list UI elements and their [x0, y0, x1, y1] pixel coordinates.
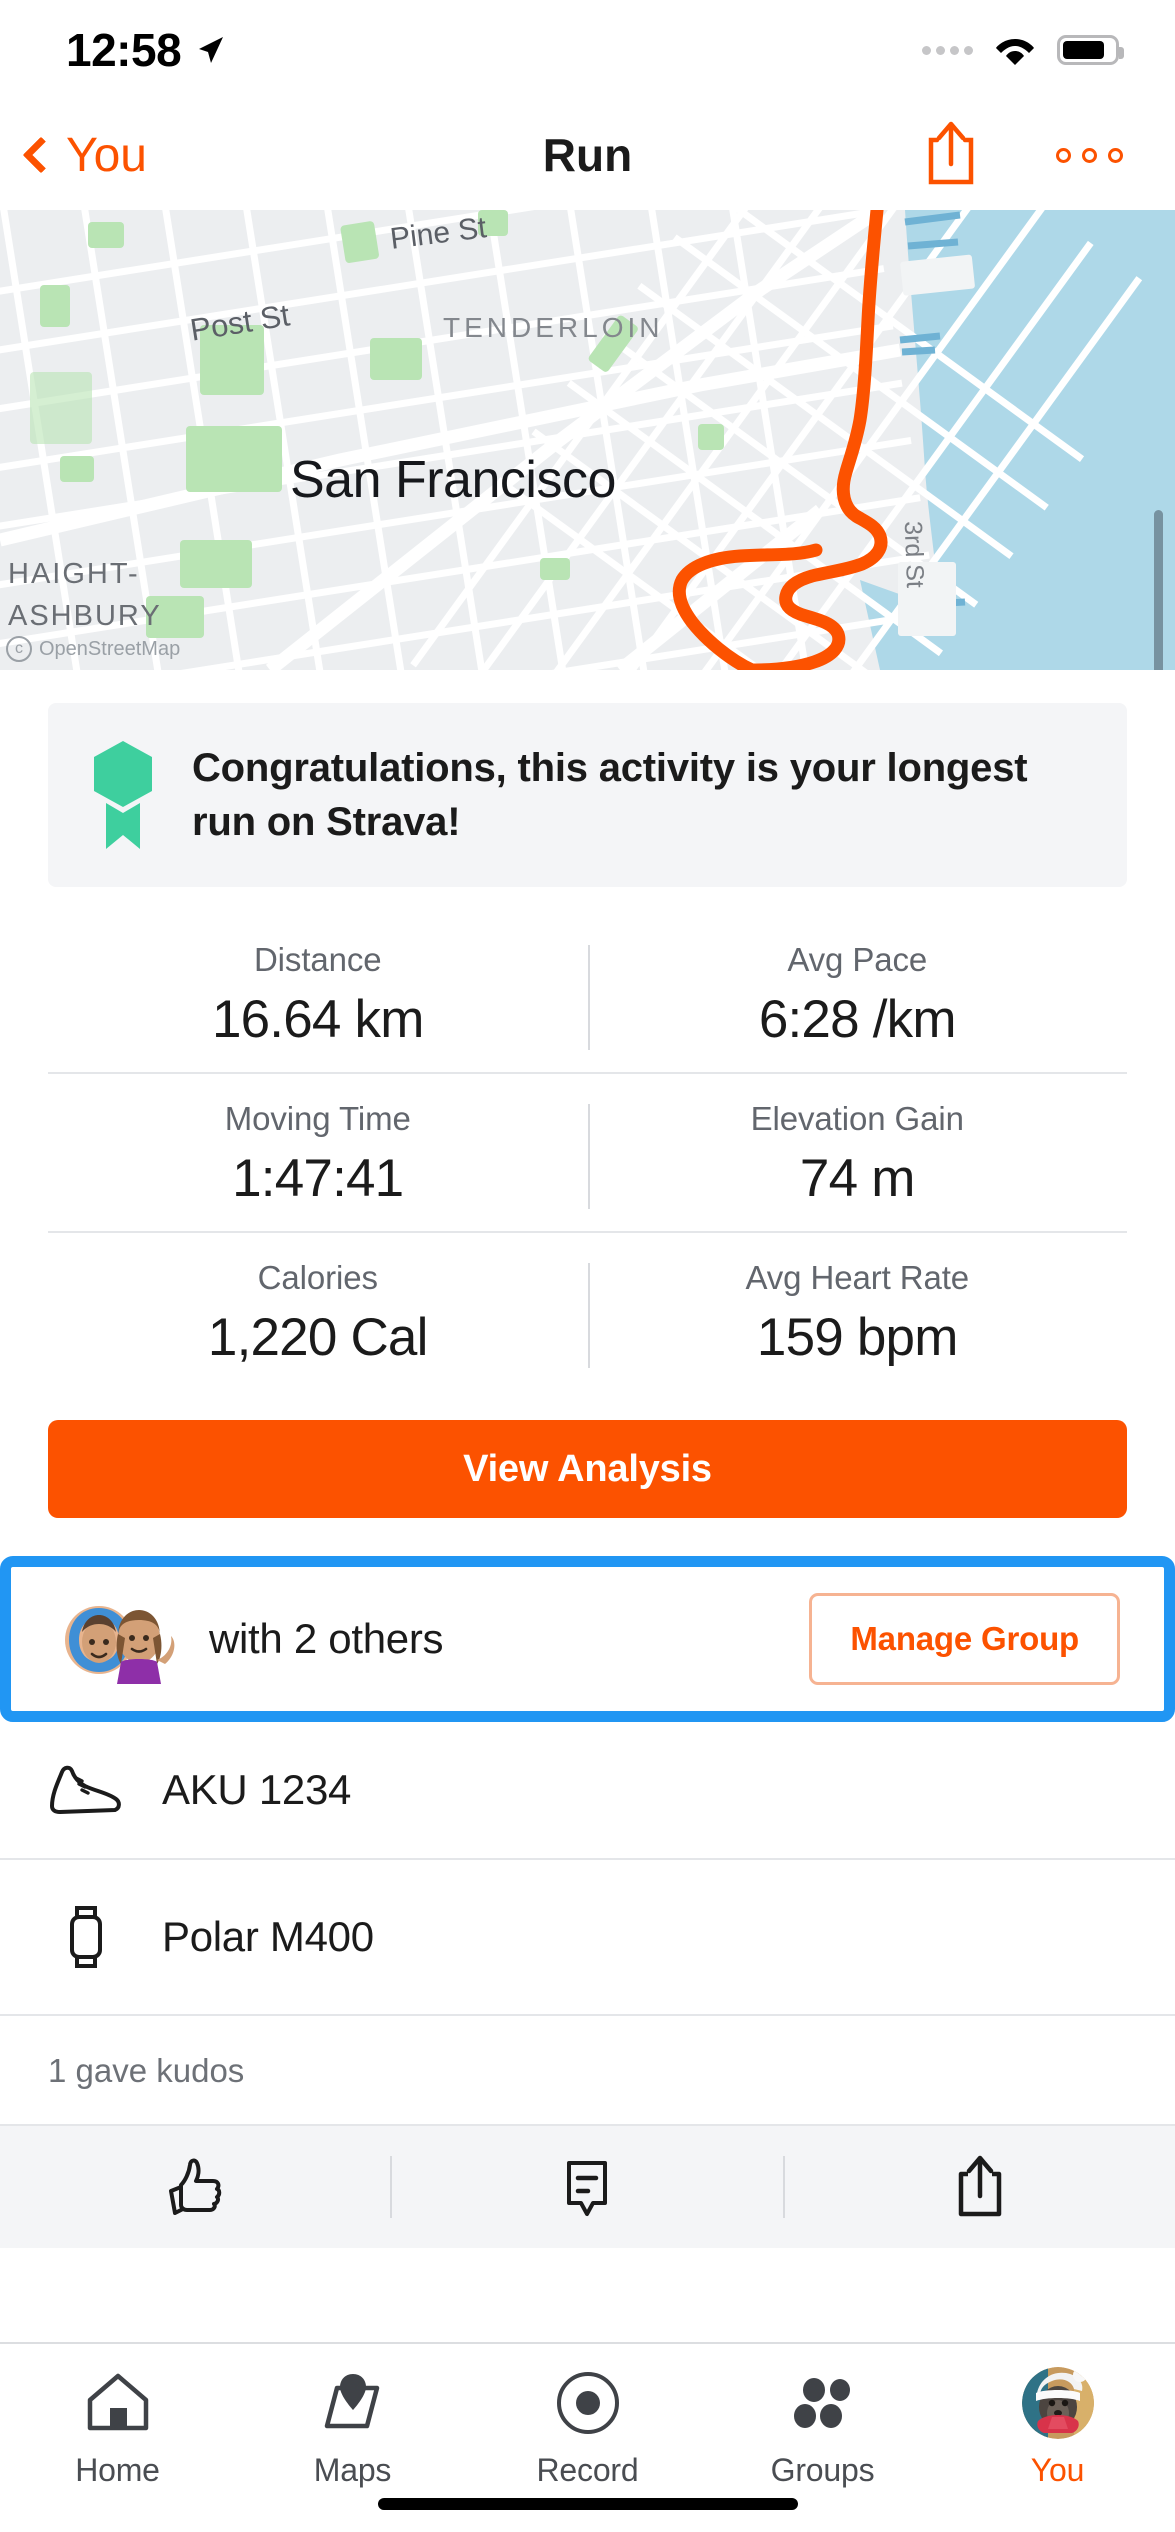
- view-analysis-button[interactable]: View Analysis: [48, 1420, 1127, 1518]
- gear-name: AKU 1234: [162, 1766, 352, 1813]
- comment-icon: [567, 2161, 608, 2216]
- action-bar: [0, 2124, 1175, 2248]
- map-canvas: [0, 210, 1175, 670]
- group-label: with 2 others: [209, 1615, 444, 1662]
- stat-avg-pace: Avg Pace 6:28 /km: [588, 941, 1128, 1050]
- stats-grid: Distance 16.64 km Avg Pace 6:28 /km Movi…: [48, 915, 1127, 1390]
- stat-moving-time: Moving Time 1:47:41: [48, 1100, 588, 1209]
- more-dot-3: [1108, 147, 1123, 163]
- kudos-count[interactable]: 1 gave kudos: [0, 2016, 1175, 2124]
- thumbs-up-icon: [169, 2158, 222, 2215]
- maps-icon: [315, 2366, 391, 2440]
- stat-value: 1:47:41: [232, 1149, 404, 1208]
- stat-divider: [587, 1104, 590, 1209]
- comment-button[interactable]: [392, 2151, 782, 2223]
- location-arrow-icon: [199, 37, 224, 63]
- battery-icon: [1057, 35, 1124, 65]
- status-bar-time-group: 12:58: [66, 23, 227, 77]
- wifi-icon: [996, 39, 1034, 65]
- watch-icon: [48, 1900, 122, 1974]
- tab-you[interactable]: You: [940, 2366, 1175, 2489]
- tab-label: Record: [536, 2452, 639, 2488]
- gear-row-watch[interactable]: Polar M400: [0, 1860, 1175, 2016]
- stat-elevation-gain: Elevation Gain 74 m: [588, 1100, 1128, 1209]
- more-dot-1: [1056, 147, 1071, 163]
- group-avatars-icon: [59, 1596, 179, 1684]
- page-title: Run: [542, 129, 633, 181]
- tab-label: Maps: [313, 2452, 392, 2488]
- stat-label: Distance: [253, 941, 382, 978]
- cellular-dots-icon: [922, 45, 973, 55]
- achievement-banner: Congratulations, this activity is your l…: [48, 703, 1127, 887]
- stat-value: 74 m: [799, 1149, 915, 1208]
- home-icon: [82, 2366, 154, 2440]
- stats-row: Distance 16.64 km Avg Pace 6:28 /km: [48, 915, 1127, 1074]
- record-icon: [553, 2366, 623, 2440]
- stat-value: 159 bpm: [756, 1308, 958, 1367]
- map-attribution: c OpenStreetMap: [6, 636, 180, 662]
- stat-divider: [587, 945, 590, 1050]
- share-action-button[interactable]: [785, 2150, 1175, 2224]
- strava-activity-screen: 12:58 You Run Pine St Post St TENDERLOIN…: [0, 0, 1175, 2532]
- stat-divider: [587, 1263, 590, 1368]
- stat-value: 6:28 /km: [758, 990, 957, 1049]
- stat-label: Avg Heart Rate: [745, 1259, 970, 1296]
- stat-label: Avg Pace: [787, 941, 928, 978]
- stat-distance: Distance 16.64 km: [48, 941, 588, 1050]
- status-bar-indicators: [922, 33, 1124, 67]
- stat-label: Calories: [257, 1259, 378, 1296]
- share-icon: [928, 121, 974, 184]
- tab-label: Home: [75, 2452, 160, 2488]
- stat-label: Moving Time: [224, 1100, 411, 1137]
- share-button[interactable]: [923, 118, 979, 193]
- stat-value: 16.64 km: [211, 990, 424, 1049]
- group-row-focus-highlight: with 2 others Manage Group: [0, 1556, 1175, 1722]
- achievement-medal-icon: [88, 739, 158, 851]
- kudos-button[interactable]: [0, 2151, 390, 2223]
- more-options-button[interactable]: [1056, 147, 1123, 163]
- share-icon: [958, 2155, 1002, 2217]
- manage-group-button[interactable]: Manage Group: [809, 1593, 1120, 1685]
- home-indicator: [377, 2498, 798, 2510]
- avatar: [1021, 2366, 1094, 2440]
- copyright-icon: c: [6, 636, 32, 662]
- navigation-bar: You Run: [0, 100, 1175, 210]
- gear-name: Polar M400: [162, 1913, 374, 1960]
- gear-row-shoes[interactable]: AKU 1234: [0, 1722, 1175, 1860]
- stat-calories: Calories 1,220 Cal: [48, 1259, 588, 1368]
- map-scrollbar[interactable]: [1154, 510, 1163, 670]
- stat-value: 1,220 Cal: [207, 1308, 428, 1367]
- tab-label: Groups: [770, 2452, 875, 2488]
- stats-row: Calories 1,220 Cal Avg Heart Rate 159 bp…: [48, 1233, 1127, 1390]
- achievement-text: Congratulations, this activity is your l…: [192, 746, 1028, 844]
- stat-label: Elevation Gain: [750, 1100, 964, 1137]
- group-row[interactable]: with 2 others Manage Group: [11, 1567, 1164, 1711]
- stat-avg-heart-rate: Avg Heart Rate 159 bpm: [588, 1259, 1128, 1368]
- tab-label: You: [1030, 2452, 1085, 2488]
- shoe-icon: [48, 1762, 122, 1818]
- tab-maps[interactable]: Maps: [235, 2366, 470, 2489]
- activity-map[interactable]: Pine St Post St TENDERLOIN San Francisco…: [0, 210, 1175, 670]
- tab-home[interactable]: Home: [0, 2366, 235, 2489]
- avatar-icon: [1021, 2367, 1094, 2439]
- tab-record[interactable]: Record: [470, 2366, 705, 2489]
- map-attribution-label: OpenStreetMap: [39, 637, 181, 660]
- stats-row: Moving Time 1:47:41 Elevation Gain 74 m: [48, 1074, 1127, 1233]
- activity-details: Congratulations, this activity is your l…: [0, 670, 1175, 2248]
- status-bar-time: 12:58: [66, 24, 182, 76]
- groups-icon: [787, 2366, 859, 2440]
- tab-groups[interactable]: Groups: [705, 2366, 940, 2489]
- status-bar: 12:58: [0, 0, 1175, 100]
- more-dot-2: [1082, 147, 1097, 163]
